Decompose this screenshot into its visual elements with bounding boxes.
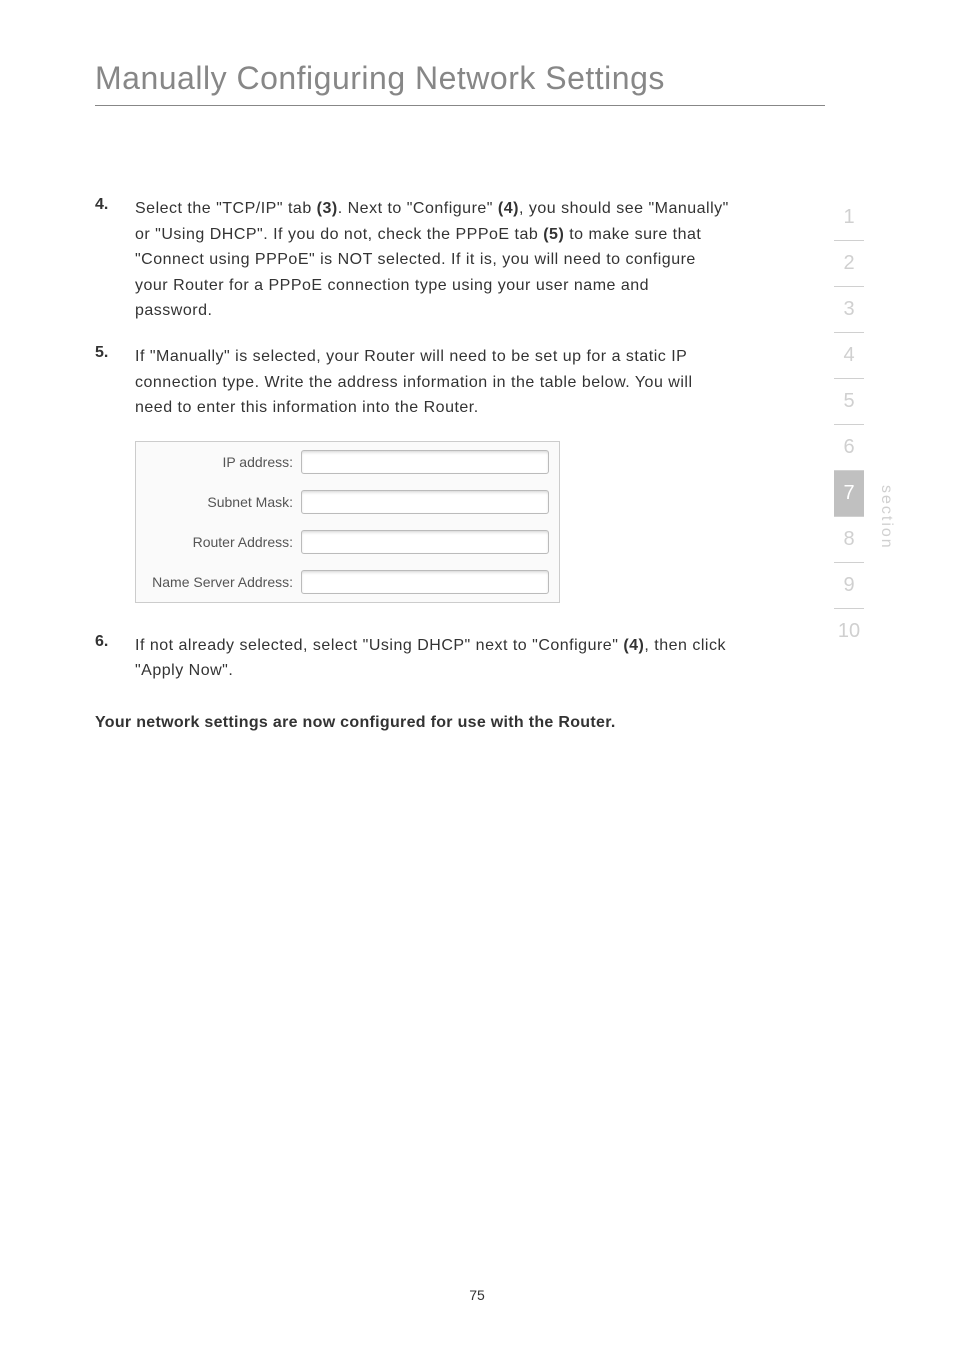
nav-item-1[interactable]: 1 [834,195,864,241]
ip-address-label: IP address: [146,454,301,470]
page-number: 75 [469,1287,485,1303]
name-server-address-input[interactable] [301,570,549,594]
list-item-6: 6. If not already selected, select "Usin… [95,633,730,684]
name-server-address-label: Name Server Address: [146,574,301,590]
ip-address-input[interactable] [301,450,549,474]
nav-item-2[interactable]: 2 [834,241,864,287]
nav-item-8[interactable]: 8 [834,517,864,563]
footer-note: Your network settings are now configured… [95,714,730,732]
list-text: If "Manually" is selected, your Router w… [135,344,730,421]
list-text: Select the "TCP/IP" tab (3). Next to "Co… [135,196,730,324]
nav-item-5[interactable]: 5 [834,379,864,425]
subnet-mask-input[interactable] [301,490,549,514]
nav-item-6[interactable]: 6 [834,425,864,471]
nav-item-4[interactable]: 4 [834,333,864,379]
router-address-label: Router Address: [146,534,301,550]
table-row: Name Server Address: [136,562,559,602]
page-title: Manually Configuring Network Settings [0,0,954,97]
list-text: If not already selected, select "Using D… [135,633,730,684]
nav-item-10[interactable]: 10 [834,609,864,654]
router-address-input[interactable] [301,530,549,554]
list-item-4: 4. Select the "TCP/IP" tab (3). Next to … [95,196,730,324]
nav-item-9[interactable]: 9 [834,563,864,609]
nav-item-7[interactable]: 7 [834,471,864,517]
list-number: 5. [95,344,135,421]
table-row: Subnet Mask: [136,482,559,522]
section-label: section [877,485,895,550]
list-number: 4. [95,196,135,324]
main-content: 4. Select the "TCP/IP" tab (3). Next to … [0,106,730,732]
network-settings-table: IP address: Subnet Mask: Router Address:… [135,441,560,603]
section-sidebar: 1 2 3 4 5 6 7 8 9 10 section [834,195,894,654]
table-row: Router Address: [136,522,559,562]
list-item-5: 5. If "Manually" is selected, your Route… [95,344,730,421]
table-row: IP address: [136,442,559,482]
subnet-mask-label: Subnet Mask: [146,494,301,510]
nav-item-3[interactable]: 3 [834,287,864,333]
nav-numbers: 1 2 3 4 5 6 7 8 9 10 [834,195,864,654]
list-number: 6. [95,633,135,684]
